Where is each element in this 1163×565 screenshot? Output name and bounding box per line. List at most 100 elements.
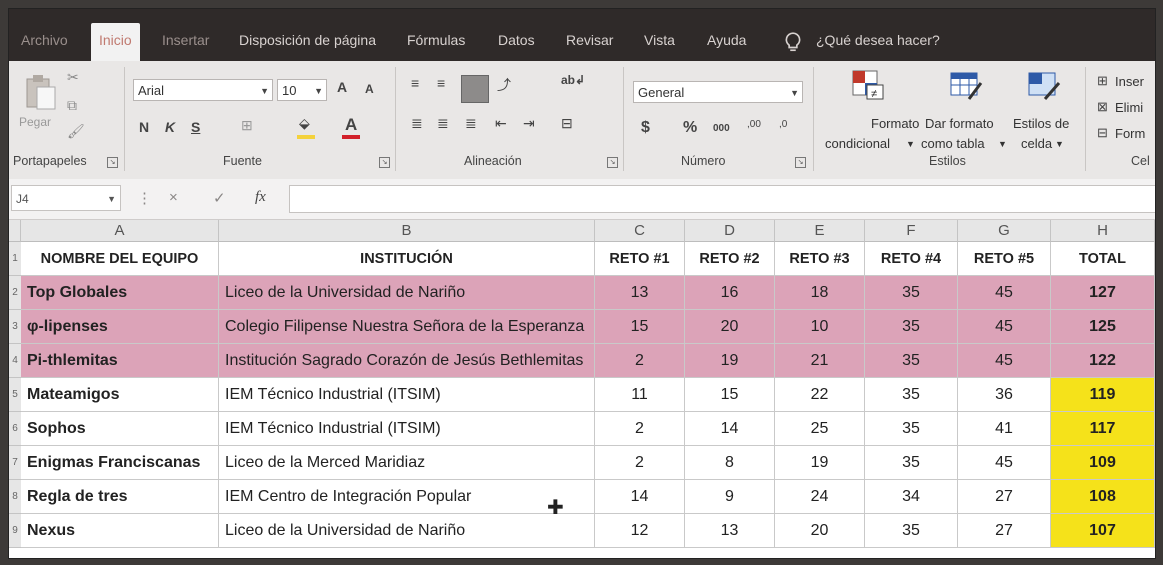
delete-cells-button[interactable]: Elimi <box>1115 99 1143 117</box>
cell-reto-1[interactable]: 13 <box>595 276 685 310</box>
cell-institution[interactable]: IEM Técnico Industrial (ITSIM) <box>219 412 595 446</box>
cell-reto-2[interactable]: 19 <box>685 344 775 378</box>
percent-button[interactable]: % <box>683 119 697 137</box>
row-header-8[interactable]: 8 <box>9 480 21 514</box>
cell-team[interactable]: Enigmas Franciscanas <box>21 446 219 480</box>
cell-reto-5[interactable]: 27 <box>958 514 1051 548</box>
clipboard-launcher-icon[interactable]: ↘ <box>107 157 118 168</box>
bold-button[interactable]: N <box>139 119 149 135</box>
fill-color-icon[interactable]: ⬙ <box>299 115 310 132</box>
cell-reto-5[interactable]: 27 <box>958 480 1051 514</box>
column-header-b[interactable]: B <box>219 220 595 242</box>
align-bottom-icon[interactable] <box>461 75 489 103</box>
underline-button[interactable]: S <box>191 119 200 135</box>
format-cells-button[interactable]: Form <box>1115 125 1145 143</box>
cell-reto-5[interactable]: 45 <box>958 276 1051 310</box>
column-header-d[interactable]: D <box>685 220 775 242</box>
column-header-c[interactable]: C <box>595 220 685 242</box>
header-reto-3[interactable]: RETO #3 <box>775 242 865 276</box>
cancel-icon[interactable]: × <box>169 189 178 206</box>
header-institution[interactable]: INSTITUCIÓN <box>219 242 595 276</box>
cell-reto-2[interactable]: 15 <box>685 378 775 412</box>
format-painter-icon[interactable]: 🖌 <box>67 123 85 140</box>
cell-total[interactable]: 117 <box>1051 412 1155 446</box>
cell-reto-4[interactable]: 34 <box>865 480 958 514</box>
cell-reto-4[interactable]: 35 <box>865 378 958 412</box>
font-color-button[interactable]: A <box>345 115 357 135</box>
cell-reto-3[interactable]: 19 <box>775 446 865 480</box>
cell-reto-2[interactable]: 20 <box>685 310 775 344</box>
cell-total[interactable]: 109 <box>1051 446 1155 480</box>
decrease-decimal-button[interactable]: ,0 <box>779 119 787 130</box>
cell-reto-1[interactable]: 11 <box>595 378 685 412</box>
cell-reto-3[interactable]: 18 <box>775 276 865 310</box>
row-header-6[interactable]: 6 <box>9 412 21 446</box>
cell-reto-1[interactable]: 2 <box>595 412 685 446</box>
column-header-h[interactable]: H <box>1051 220 1155 242</box>
cell-team[interactable]: Mateamigos <box>21 378 219 412</box>
insert-function-icon[interactable]: fx <box>255 189 266 206</box>
conditional-format-icon[interactable]: ≠ <box>851 69 885 101</box>
alignment-launcher-icon[interactable]: ↘ <box>607 157 618 168</box>
align-middle-icon[interactable]: ≡ <box>437 75 445 91</box>
italic-button[interactable]: K <box>165 119 175 135</box>
font-name-combo[interactable]: Arial ▼ <box>133 79 273 101</box>
cell-reto-1[interactable]: 2 <box>595 344 685 378</box>
cell-reto-4[interactable]: 35 <box>865 514 958 548</box>
cell-styles-icon[interactable] <box>1027 69 1061 101</box>
cell-reto-1[interactable]: 15 <box>595 310 685 344</box>
cell-team[interactable]: Nexus <box>21 514 219 548</box>
header-team[interactable]: NOMBRE DEL EQUIPO <box>21 242 219 276</box>
tab-formulas[interactable]: Fórmulas <box>407 31 465 55</box>
orientation-icon[interactable]: ⤴ <box>497 75 511 95</box>
tab-datos[interactable]: Datos <box>498 31 535 55</box>
cell-reto-1[interactable]: 2 <box>595 446 685 480</box>
cell-total[interactable]: 108 <box>1051 480 1155 514</box>
shrink-font-button[interactable]: A <box>365 82 374 96</box>
cell-reto-1[interactable]: 14 <box>595 480 685 514</box>
cell-reto-3[interactable]: 25 <box>775 412 865 446</box>
cell-reto-5[interactable]: 41 <box>958 412 1051 446</box>
name-box[interactable]: J4 ▼ <box>11 185 121 211</box>
row-header-4[interactable]: 4 <box>9 344 21 378</box>
increase-indent-icon[interactable]: ⇥ <box>523 115 535 132</box>
row-header-7[interactable]: 7 <box>9 446 21 480</box>
format-as-table-icon[interactable] <box>949 69 983 101</box>
number-launcher-icon[interactable]: ↘ <box>795 157 806 168</box>
cell-total[interactable]: 119 <box>1051 378 1155 412</box>
tab-vista[interactable]: Vista <box>644 31 675 55</box>
cell-total[interactable]: 107 <box>1051 514 1155 548</box>
header-reto-2[interactable]: RETO #2 <box>685 242 775 276</box>
row-header-3[interactable]: 3 <box>9 310 21 344</box>
copy-icon[interactable]: ⧉ <box>67 97 77 114</box>
cell-reto-2[interactable]: 16 <box>685 276 775 310</box>
header-total[interactable]: TOTAL <box>1051 242 1155 276</box>
tab-disposicion[interactable]: Disposición de página <box>239 31 376 55</box>
cell-reto-4[interactable]: 35 <box>865 412 958 446</box>
cell-reto-5[interactable]: 45 <box>958 310 1051 344</box>
cell-reto-4[interactable]: 35 <box>865 344 958 378</box>
tab-ayuda[interactable]: Ayuda <box>707 31 746 55</box>
align-right-icon[interactable]: ≣ <box>465 115 477 132</box>
cell-institution[interactable]: Colegio Filipense Nuestra Señora de la E… <box>219 310 595 344</box>
cell-reto-4[interactable]: 35 <box>865 310 958 344</box>
column-header-e[interactable]: E <box>775 220 865 242</box>
tab-archivo[interactable]: Archivo <box>21 31 68 55</box>
insert-cells-icon[interactable]: ⊞ <box>1097 73 1108 89</box>
column-header-a[interactable]: A <box>21 220 219 242</box>
currency-button[interactable]: $ <box>641 119 650 137</box>
cell-reto-5[interactable]: 45 <box>958 344 1051 378</box>
increase-decimal-button[interactable]: ,00 <box>747 119 761 130</box>
cell-reto-3[interactable]: 10 <box>775 310 865 344</box>
row-header-5[interactable]: 5 <box>9 378 21 412</box>
cell-reto-5[interactable]: 45 <box>958 446 1051 480</box>
cell-team[interactable]: Top Globales <box>21 276 219 310</box>
font-size-combo[interactable]: 10 ▼ <box>277 79 327 101</box>
borders-icon[interactable]: ⊞ <box>241 117 253 134</box>
cell-institution[interactable]: IEM Centro de Integración Popular <box>219 480 595 514</box>
grow-font-button[interactable]: A <box>337 79 347 95</box>
cell-total[interactable]: 127 <box>1051 276 1155 310</box>
delete-cells-icon[interactable]: ⊠ <box>1097 99 1108 115</box>
cell-reto-5[interactable]: 36 <box>958 378 1051 412</box>
cell-team[interactable]: Pi-thlemitas <box>21 344 219 378</box>
